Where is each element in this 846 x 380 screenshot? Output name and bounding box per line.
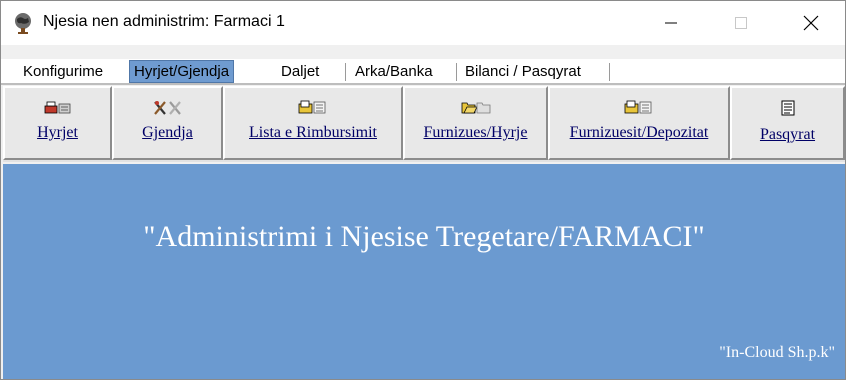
title-bar[interactable]: Njesia nen administrim: Farmaci 1 bbox=[1, 1, 845, 45]
cash-register-icon bbox=[44, 100, 72, 114]
close-button[interactable] bbox=[783, 1, 839, 45]
gjendja-label: Gjendja bbox=[142, 124, 193, 141]
pasqyrat-button[interactable]: Pasqyrat bbox=[730, 86, 845, 160]
furnizues-hyrje-button[interactable]: Furnizues/Hyrje bbox=[403, 86, 548, 160]
maximize-button[interactable] bbox=[713, 1, 769, 45]
tools-icon bbox=[153, 100, 183, 116]
tab-hyrjet-gjendja[interactable]: Hyrjet/Gjendja bbox=[129, 60, 235, 83]
hyrjet-button[interactable]: Hyrjet bbox=[3, 86, 112, 160]
main-panel: "Administrimi i Njesise Tregetare/FARMAC… bbox=[3, 164, 845, 379]
close-icon bbox=[803, 15, 819, 31]
tab-separator bbox=[345, 63, 346, 81]
tab-divider bbox=[1, 83, 845, 85]
company-credit: "In-Cloud Sh.p.k" bbox=[719, 344, 835, 361]
lista-e-rimbursimit-button[interactable]: Lista e Rimbursimit bbox=[223, 86, 403, 160]
tab-bilanci-pasqyrat[interactable]: Bilanci / Pasqyrat bbox=[461, 61, 585, 83]
world-globe-icon bbox=[11, 11, 35, 35]
tab-separator bbox=[609, 63, 610, 81]
toolbar: Hyrjet Gjendja Lista e Rimbursimit Furni… bbox=[3, 86, 845, 162]
hyrjet-label: Hyrjet bbox=[37, 124, 78, 141]
window-title: Njesia nen administrim: Farmaci 1 bbox=[43, 13, 285, 30]
app-window: Njesia nen administrim: Farmaci 1 Konfig… bbox=[0, 0, 846, 380]
pasqyrat-label: Pasqyrat bbox=[759, 126, 816, 143]
minimize-button[interactable] bbox=[643, 1, 699, 45]
tab-separator bbox=[456, 63, 457, 81]
main-title: "Administrimi i Njesise Tregetare/FARMAC… bbox=[143, 220, 705, 253]
maximize-icon bbox=[735, 17, 747, 29]
furnizuesit-depozitat-label: Furnizuesit/Depozitat bbox=[569, 124, 709, 141]
tab-bar: Konfigurime Hyrjet/Gjendja Daljet Arka/B… bbox=[1, 59, 845, 83]
open-folders-icon bbox=[461, 100, 491, 114]
tab-arka-banka[interactable]: Arka/Banka bbox=[351, 61, 437, 83]
furnizuesit-depozitat-button[interactable]: Furnizuesit/Depozitat bbox=[548, 86, 730, 160]
furnizues-hyrje-label: Furnizues/Hyrje bbox=[423, 124, 528, 141]
tab-konfigurime[interactable]: Konfigurime bbox=[19, 61, 107, 83]
lista-e-rimbursimit-label: Lista e Rimbursimit bbox=[249, 124, 377, 141]
report-sheet-icon bbox=[780, 100, 796, 116]
tab-daljet[interactable]: Daljet bbox=[277, 61, 323, 83]
folder-documents-icon bbox=[298, 100, 328, 114]
folder-documents-icon bbox=[624, 100, 654, 114]
minimize-icon bbox=[665, 22, 677, 24]
gjendja-button[interactable]: Gjendja bbox=[112, 86, 223, 160]
